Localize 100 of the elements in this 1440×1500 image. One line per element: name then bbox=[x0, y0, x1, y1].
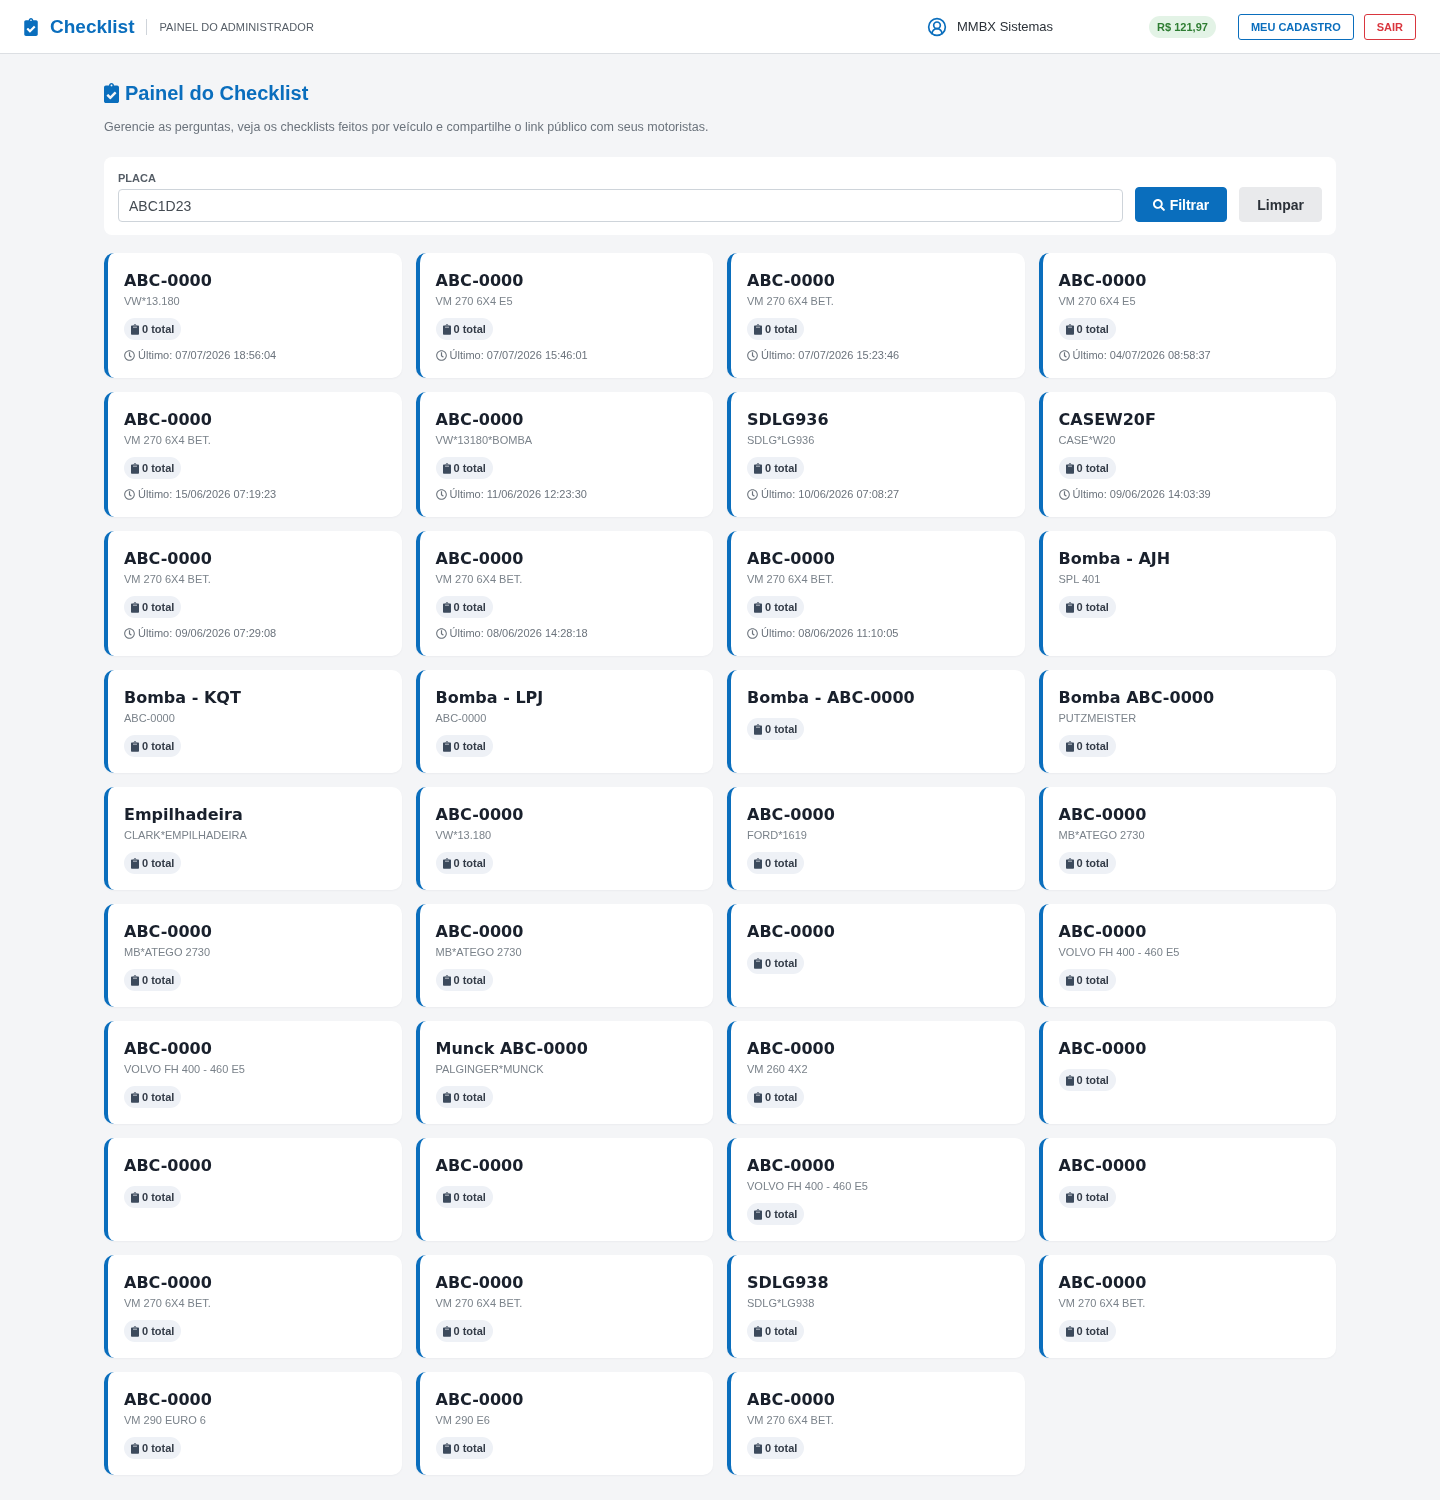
profile-button[interactable]: MEU CADASTRO bbox=[1237, 13, 1354, 40]
count-text: 0 total bbox=[142, 1442, 175, 1454]
vehicle-plate: ABC-0000 bbox=[1058, 1156, 1147, 1176]
vehicle-model: MB*ATEGO 2730 bbox=[435, 945, 522, 959]
vehicle-plate: ABC-0000 bbox=[435, 549, 524, 569]
vehicle-model: VM 270 6X4 E5 bbox=[1058, 294, 1136, 308]
vehicle-model: SPL 401 bbox=[1058, 572, 1101, 586]
clipboard-icon bbox=[131, 323, 139, 335]
last-checklist-time: Último: 15/06/2026 07:19:23 bbox=[138, 487, 277, 501]
vehicle-model: VW*13180*BOMBA bbox=[435, 433, 533, 447]
last-checklist-time: Último: 08/06/2026 14:28:18 bbox=[449, 626, 588, 640]
vehicle-card[interactable]: ABC-0000 0 total bbox=[1038, 1021, 1336, 1124]
vehicle-card[interactable]: ABC-0000 VM 270 6X4 BET. 0 total Último: 07/07/2026 15:23:46 bbox=[727, 253, 1025, 378]
count-text: 0 total bbox=[765, 601, 798, 613]
vehicle-card[interactable]: ABC-0000 VM 270 6X4 E5 0 total Último: 07/07/2026 15:46:01 bbox=[415, 253, 713, 378]
logout-button[interactable]: SAIR bbox=[1363, 13, 1416, 40]
page-description: Gerencie as perguntas, veja os checklists feitos por veículo e compartilhe o link público com seus motoristas. bbox=[104, 119, 710, 135]
brand-name[interactable]: Checklist bbox=[50, 14, 135, 39]
count-text: 0 total bbox=[453, 740, 486, 752]
vehicle-card[interactable]: ABC-0000 VW*13.180 0 total Último: 07/07/2026 18:56:04 bbox=[104, 253, 402, 378]
vehicle-card[interactable]: Bomba - AJH SPL 401 0 total bbox=[1038, 531, 1336, 656]
vehicle-plate: Bomba - AJH bbox=[1058, 549, 1171, 569]
vehicle-card[interactable]: ABC-0000 VW*13.180 0 total bbox=[415, 787, 713, 890]
count-text: 0 total bbox=[453, 1091, 486, 1103]
vehicle-model: VM 270 6X4 E5 bbox=[435, 294, 513, 308]
vehicle-card[interactable]: ABC-0000 VOLVO FH 400 - 460 E5 0 total bbox=[104, 1021, 402, 1124]
search-icon bbox=[1152, 198, 1165, 211]
count-text: 0 total bbox=[142, 740, 175, 752]
vehicle-plate: ABC-0000 bbox=[1058, 922, 1147, 942]
clipboard-icon bbox=[754, 462, 762, 474]
vehicle-card[interactable]: ABC-0000 VM 270 6X4 E5 0 total Último: 04/07/2026 08:58:37 bbox=[1038, 253, 1336, 378]
vehicle-card[interactable]: ABC-0000 FORD*1619 0 total bbox=[727, 787, 1025, 890]
vehicle-plate: ABC-0000 bbox=[435, 271, 524, 291]
vehicle-card[interactable]: CASEW20F CASE*W20 0 total Último: 09/06/2026 14:03:39 bbox=[1038, 392, 1336, 517]
vehicle-plate: ABC-0000 bbox=[124, 922, 212, 942]
vehicle-model: VM 270 6X4 BET. bbox=[124, 572, 211, 586]
vehicle-card[interactable]: Bomba - LPJ ABC-0000 0 total bbox=[415, 670, 713, 773]
vehicle-plate: ABC-0000 bbox=[435, 410, 524, 430]
vehicle-card[interactable]: Munck ABC-0000 PALGINGER*MUNCK 0 total bbox=[415, 1021, 713, 1124]
count-text: 0 total bbox=[142, 857, 175, 869]
vehicle-plate: ABC-0000 bbox=[747, 549, 835, 569]
clipboard-icon bbox=[442, 740, 451, 752]
vehicle-card[interactable]: SDLG938 SDLG*LG938 0 total bbox=[727, 1255, 1025, 1358]
vehicle-plate: SDLG938 bbox=[747, 1273, 829, 1293]
vehicle-card[interactable]: ABC-0000 MB*ATEGO 2730 0 total bbox=[1038, 787, 1336, 890]
clipboard-icon bbox=[754, 857, 762, 869]
vehicle-plate: ABC-0000 bbox=[1058, 271, 1147, 291]
clock-icon bbox=[1058, 488, 1070, 500]
vehicle-card[interactable]: ABC-0000 MB*ATEGO 2730 0 total bbox=[415, 904, 713, 1007]
clipboard-icon bbox=[1065, 857, 1074, 869]
vehicle-card[interactable]: ABC-0000 VW*13180*BOMBA 0 total Último: 11/06/2026 12:23:30 bbox=[415, 392, 713, 517]
vehicle-card[interactable]: ABC-0000 VM 270 6X4 BET. 0 total Último: 08/06/2026 14:28:18 bbox=[415, 531, 713, 656]
vehicle-card[interactable]: ABC-0000 VM 290 EURO 6 0 total bbox=[104, 1372, 402, 1475]
clipboard-icon bbox=[131, 462, 139, 474]
vehicle-model: VW*13.180 bbox=[124, 294, 180, 308]
vehicle-card[interactable]: ABC-0000 VM 270 6X4 BET. 0 total Último: 15/06/2026 07:19:23 bbox=[104, 392, 402, 517]
count-text: 0 total bbox=[1076, 462, 1109, 474]
vehicle-card[interactable]: ABC-0000 VM 270 6X4 BET. 0 total bbox=[104, 1255, 402, 1358]
vehicle-card[interactable]: Bomba - ABC-0000 0 total bbox=[727, 670, 1025, 773]
vehicle-card[interactable]: SDLG936 SDLG*LG936 0 total Último: 10/06/2026 07:08:27 bbox=[727, 392, 1025, 517]
vehicle-card[interactable]: ABC-0000 VM 270 6X4 BET. 0 total Último: 08/06/2026 11:10:05 bbox=[727, 531, 1025, 656]
vehicle-card[interactable]: ABC-0000 VOLVO FH 400 - 460 E5 0 total bbox=[1038, 904, 1336, 1007]
vehicle-model: VOLVO FH 400 - 460 E5 bbox=[1058, 945, 1180, 959]
vehicle-card[interactable]: ABC-0000 0 total bbox=[1038, 1138, 1336, 1241]
vehicle-card[interactable]: ABC-0000 VOLVO FH 400 - 460 E5 0 total bbox=[727, 1138, 1025, 1241]
vehicle-card[interactable]: ABC-0000 MB*ATEGO 2730 0 total bbox=[104, 904, 402, 1007]
vehicle-card[interactable]: ABC-0000 0 total bbox=[415, 1138, 713, 1241]
clipboard-icon bbox=[754, 1442, 762, 1454]
count-text: 0 total bbox=[1076, 974, 1109, 986]
vehicle-card[interactable]: ABC-0000 VM 260 4X2 0 total bbox=[727, 1021, 1025, 1124]
field-label: PLACA bbox=[118, 172, 157, 184]
vehicle-card[interactable]: ABC-0000 VM 270 6X4 BET. 0 total bbox=[727, 1372, 1025, 1475]
clear-button[interactable]: Limpar bbox=[1239, 187, 1322, 222]
plate-input[interactable]: ABC1D23 bbox=[118, 189, 1123, 222]
last-checklist-time: Último: 09/06/2026 07:29:08 bbox=[138, 626, 277, 640]
vehicle-card[interactable]: Empilhadeira CLARK*EMPILHADEIRA 0 total bbox=[104, 787, 402, 890]
vehicle-plate: ABC-0000 bbox=[124, 1273, 212, 1293]
vehicle-card[interactable]: ABC-0000 0 total bbox=[727, 904, 1025, 1007]
clipboard-icon bbox=[1065, 601, 1074, 613]
vehicle-model: CASE*W20 bbox=[1058, 433, 1116, 447]
vehicle-card[interactable]: Bomba ABC-0000 PUTZMEISTER 0 total bbox=[1038, 670, 1336, 773]
balance-badge: R$ 121,97 bbox=[1149, 15, 1216, 38]
vehicle-card[interactable]: Bomba - KQT ABC-0000 0 total bbox=[104, 670, 402, 773]
clipboard-icon bbox=[754, 723, 762, 735]
filter-button[interactable]: Filtrar bbox=[1134, 187, 1228, 222]
clock-icon bbox=[124, 627, 135, 639]
vehicle-model: VM 270 6X4 BET. bbox=[435, 572, 523, 586]
clipboard-icon bbox=[442, 974, 451, 986]
vehicle-card[interactable]: ABC-0000 0 total bbox=[104, 1138, 402, 1241]
vehicle-card[interactable]: ABC-0000 VM 290 E6 0 total bbox=[415, 1372, 713, 1475]
vehicle-model: SDLG*LG936 bbox=[747, 433, 815, 447]
vehicle-card[interactable]: ABC-0000 VM 270 6X4 BET. 0 total bbox=[1038, 1255, 1336, 1358]
clipboard-icon bbox=[1065, 1074, 1074, 1086]
vehicle-card[interactable]: ABC-0000 VM 270 6X4 BET. 0 total bbox=[415, 1255, 713, 1358]
vehicle-plate: ABC-0000 bbox=[435, 805, 524, 825]
vehicle-model: VM 290 EURO 6 bbox=[124, 1413, 206, 1427]
vehicle-plate: ABC-0000 bbox=[435, 922, 524, 942]
vehicle-model: CLARK*EMPILHADEIRA bbox=[124, 828, 247, 842]
count-text: 0 total bbox=[765, 1208, 798, 1220]
vehicle-card[interactable]: ABC-0000 VM 270 6X4 BET. 0 total Último: 09/06/2026 07:29:08 bbox=[104, 531, 402, 656]
